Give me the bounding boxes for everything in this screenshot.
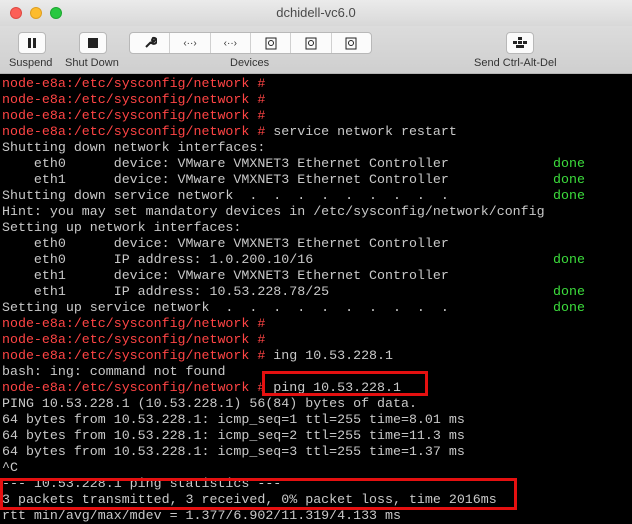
status-done: done (553, 252, 585, 267)
line-text: service network restart (265, 124, 457, 139)
terminal-line: 64 bytes from 10.53.228.1: icmp_seq=1 tt… (2, 412, 465, 428)
suspend-label: Suspend (9, 57, 53, 69)
pause-icon (28, 38, 36, 48)
line-text: bash: ing: command not found (2, 364, 226, 379)
terminal-line: rtt min/avg/max/mdev = 1.377/6.902/11.31… (2, 508, 401, 524)
highlight-ping-statistics (0, 478, 517, 510)
terminal-line: Shutting down service network . . . . . … (2, 188, 449, 204)
window-title: dchidell-vc6.0 (276, 5, 356, 20)
disk-2-icon[interactable] (291, 33, 332, 53)
terminal-line: Shutting down network interfaces: (2, 140, 265, 156)
terminal-line: Setting up service network . . . . . . .… (2, 300, 449, 316)
line-text: Hint: you may set mandatory devices in /… (2, 204, 545, 219)
disk-3-icon[interactable] (332, 33, 371, 53)
send-ctrl-alt-del-button[interactable] (506, 32, 534, 54)
terminal-line: node-e8a:/etc/sysconfig/network # (2, 332, 265, 348)
terminal-line: ^C (2, 460, 18, 476)
shell-prompt: node-e8a:/etc/sysconfig/network # (2, 348, 266, 363)
line-text: ^C (2, 460, 18, 475)
line-text: Setting up service network . . . . . . .… (2, 300, 449, 315)
terminal-line: node-e8a:/etc/sysconfig/network # (2, 316, 265, 332)
console-screen[interactable]: node-e8a:/etc/sysconfig/network # node-e8… (0, 74, 632, 524)
line-text: 64 bytes from 10.53.228.1: icmp_seq=2 tt… (2, 428, 465, 443)
suspend-button[interactable] (18, 32, 46, 54)
line-text: eth0 device: VMware VMXNET3 Ethernet Con… (2, 156, 449, 171)
status-done: done (553, 188, 585, 203)
terminal-line: bash: ing: command not found (2, 364, 225, 380)
terminal-line: eth0 device: VMware VMXNET3 Ethernet Con… (2, 236, 449, 252)
stop-icon (88, 38, 98, 48)
network-adapter-1-icon[interactable]: ‹··› (170, 33, 211, 53)
status-done: done (553, 284, 585, 299)
devices-label: Devices (230, 57, 270, 69)
terminal-line: node-e8a:/etc/sysconfig/network # ing 10… (2, 348, 393, 364)
devices-group: ‹··› ‹··› (129, 32, 372, 54)
line-text: eth1 IP address: 10.53.228.78/25 (2, 284, 330, 299)
line-text: 64 bytes from 10.53.228.1: icmp_seq=3 tt… (2, 444, 465, 459)
terminal-line: node-e8a:/etc/sysconfig/network # (2, 92, 265, 108)
network-adapter-2-icon[interactable]: ‹··› (211, 33, 251, 53)
line-text: eth1 device: VMware VMXNET3 Ethernet Con… (2, 172, 449, 187)
terminal-line: eth1 IP address: 10.53.228.78/25 (2, 284, 329, 300)
terminal-line: eth0 IP address: 1.0.200.10/16 (2, 252, 313, 268)
shell-prompt: node-e8a:/etc/sysconfig/network # (2, 332, 266, 347)
shell-prompt: node-e8a:/etc/sysconfig/network # (2, 380, 266, 395)
line-text: rtt min/avg/max/mdev = 1.377/6.902/11.31… (2, 508, 401, 523)
send-ctrl-alt-del-label: Send Ctrl-Alt-Del (474, 57, 557, 69)
line-text: Setting up network interfaces: (2, 220, 242, 235)
terminal-line: Hint: you may set mandatory devices in /… (2, 204, 545, 220)
line-text: PING 10.53.228.1 (10.53.228.1) 56(84) by… (2, 396, 417, 411)
toolbar: Suspend Shut Down ‹··› ‹··› Devices Send… (0, 26, 632, 74)
shutdown-label: Shut Down (65, 57, 119, 69)
terminal-line: node-e8a:/etc/sysconfig/network # servic… (2, 124, 457, 140)
shell-prompt: node-e8a:/etc/sysconfig/network # (2, 316, 266, 331)
status-done: done (553, 300, 585, 315)
line-text: eth0 device: VMware VMXNET3 Ethernet Con… (2, 236, 449, 251)
terminal-line: eth1 device: VMware VMXNET3 Ethernet Con… (2, 268, 449, 284)
line-text: Shutting down network interfaces: (2, 140, 266, 155)
line-text: eth1 device: VMware VMXNET3 Ethernet Con… (2, 268, 449, 283)
terminal-line: node-e8a:/etc/sysconfig/network # (2, 76, 265, 92)
line-text: ing 10.53.228.1 (265, 348, 393, 363)
terminal-line: Setting up network interfaces: (2, 220, 241, 236)
keyboard-icon (513, 37, 527, 48)
highlight-ping-command (262, 371, 428, 396)
terminal-line: eth0 device: VMware VMXNET3 Ethernet Con… (2, 156, 449, 172)
disk-1-icon[interactable] (251, 33, 292, 53)
shell-prompt: node-e8a:/etc/sysconfig/network # (2, 92, 266, 107)
status-done: done (553, 156, 585, 171)
terminal-line: eth1 device: VMware VMXNET3 Ethernet Con… (2, 172, 449, 188)
terminal-line: node-e8a:/etc/sysconfig/network # (2, 108, 265, 124)
terminal-line: 64 bytes from 10.53.228.1: icmp_seq=2 tt… (2, 428, 465, 444)
shutdown-button[interactable] (79, 32, 107, 54)
status-done: done (553, 172, 585, 187)
line-text: Shutting down service network . . . . . … (2, 188, 449, 203)
shell-prompt: node-e8a:/etc/sysconfig/network # (2, 76, 266, 91)
terminal-line: PING 10.53.228.1 (10.53.228.1) 56(84) by… (2, 396, 417, 412)
terminal-line: 64 bytes from 10.53.228.1: icmp_seq=3 tt… (2, 444, 465, 460)
line-text: eth0 IP address: 1.0.200.10/16 (2, 252, 314, 267)
shell-prompt: node-e8a:/etc/sysconfig/network # (2, 108, 266, 123)
line-text: 64 bytes from 10.53.228.1: icmp_seq=1 tt… (2, 412, 465, 427)
wrench-icon[interactable] (130, 33, 171, 53)
shell-prompt: node-e8a:/etc/sysconfig/network # (2, 124, 266, 139)
title-bar: dchidell-vc6.0 (0, 0, 632, 26)
